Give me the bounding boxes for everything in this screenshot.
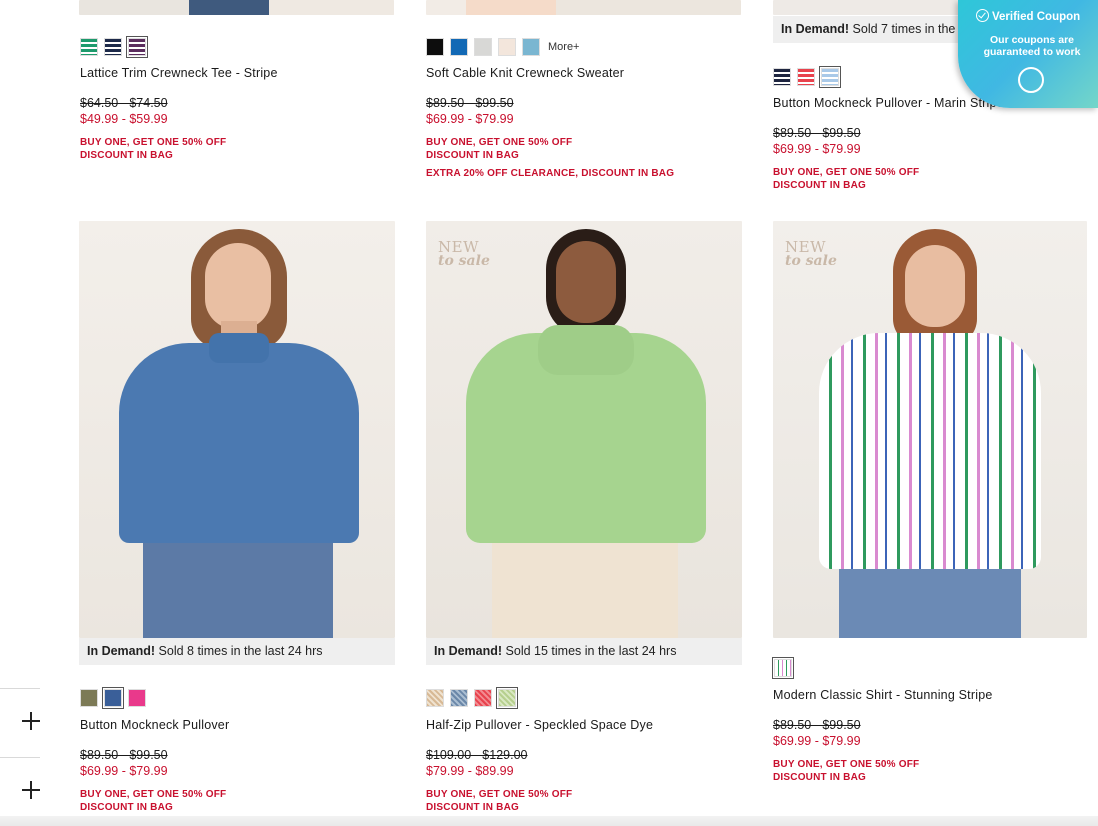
swatch-ivory[interactable] <box>498 38 516 56</box>
verified-coupon-widget[interactable]: Verified Coupon Our coupons are guarante… <box>958 0 1098 108</box>
sale-price: $79.99 - $89.99 <box>426 764 514 778</box>
badge-to-sale-text: to sale <box>785 253 837 269</box>
swatch-tan-speckle[interactable] <box>426 689 444 707</box>
swatch-navy-stripe[interactable] <box>773 68 791 86</box>
product-name[interactable]: Lattice Trim Crewneck Tee - Stripe <box>80 66 278 80</box>
product-name[interactable]: Half-Zip Pullover - Speckled Space Dye <box>426 718 653 732</box>
original-price: $109.00 - $129.00 <box>426 748 528 762</box>
swatch-light-blue[interactable] <box>522 38 540 56</box>
original-price: $89.50 - $99.50 <box>426 96 514 110</box>
promo-text: DISCOUNT IN BAG <box>426 150 519 161</box>
original-price: $89.50 - $99.50 <box>80 748 168 762</box>
promo-text: BUY ONE, GET ONE 50% OFF <box>80 789 227 800</box>
swatch-black[interactable] <box>426 38 444 56</box>
swatch-red-stripe[interactable] <box>797 68 815 86</box>
sale-price: $69.99 - $79.99 <box>773 734 861 748</box>
swatch-blue[interactable] <box>102 687 124 709</box>
product-image[interactable] <box>426 221 742 638</box>
filter-divider <box>0 757 40 758</box>
product-image[interactable] <box>79 0 394 15</box>
sale-price: $69.99 - $79.99 <box>773 142 861 156</box>
promo-text: DISCOUNT IN BAG <box>773 180 866 191</box>
badge-new-text: NEW <box>438 238 479 256</box>
in-demand-label: In Demand! <box>781 22 850 36</box>
coupon-title: Verified Coupon <box>976 9 1080 23</box>
swatch-navy-stripe[interactable] <box>104 38 122 56</box>
color-swatches: More+ <box>426 38 580 56</box>
swatch-red-speckle[interactable] <box>474 689 492 707</box>
new-to-sale-badge: NEW to sale <box>785 238 837 269</box>
coupon-title-text: Verified Coupon <box>992 11 1081 23</box>
swatch-green-stripe[interactable] <box>80 38 98 56</box>
in-demand-label: In Demand! <box>434 644 503 658</box>
original-price: $64.50 - $74.50 <box>80 96 168 110</box>
sale-price: $49.99 - $59.99 <box>80 112 168 126</box>
promo-text: DISCOUNT IN BAG <box>426 802 519 813</box>
swatch-blue[interactable] <box>450 38 468 56</box>
promo-text: BUY ONE, GET ONE 50% OFF <box>426 137 573 148</box>
product-image[interactable] <box>773 221 1087 638</box>
in-demand-label: In Demand! <box>87 644 156 658</box>
color-swatches <box>426 687 518 709</box>
promo-text: EXTRA 20% OFF CLEARANCE, DISCOUNT IN BAG <box>426 168 675 179</box>
check-circle-icon <box>976 9 989 22</box>
promo-text: BUY ONE, GET ONE 50% OFF <box>773 759 920 770</box>
promo-text: DISCOUNT IN BAG <box>80 802 173 813</box>
in-demand-banner: In Demand! Sold 8 times in the last 24 h… <box>79 638 395 665</box>
coupon-subtitle: Our coupons are guaranteed to work <box>983 34 1081 58</box>
in-demand-text: Sold 8 times in the last 24 hrs <box>158 644 323 658</box>
swatch-olive[interactable] <box>80 689 98 707</box>
color-swatches <box>773 66 841 88</box>
promo-text: BUY ONE, GET ONE 50% OFF <box>773 167 920 178</box>
swatch-plum-stripe[interactable] <box>126 36 148 58</box>
expand-filter-plus-icon[interactable] <box>22 712 40 730</box>
in-demand-banner: In Demand! Sold 15 times in the last 24 … <box>426 638 742 665</box>
promo-text: BUY ONE, GET ONE 50% OFF <box>80 137 227 148</box>
badge-new-text: NEW <box>785 238 826 256</box>
swatch-pink[interactable] <box>128 689 146 707</box>
promo-text: BUY ONE, GET ONE 50% OFF <box>426 789 573 800</box>
sale-price: $69.99 - $79.99 <box>80 764 168 778</box>
product-image[interactable] <box>426 0 741 15</box>
color-swatches <box>80 687 146 709</box>
original-price: $89.50 - $99.50 <box>773 718 861 732</box>
swatch-gray[interactable] <box>474 38 492 56</box>
swatch-green-speckle[interactable] <box>496 687 518 709</box>
original-price: $89.50 - $99.50 <box>773 126 861 140</box>
filter-divider <box>0 688 40 689</box>
coupon-logo-icon[interactable] <box>1018 67 1044 93</box>
promo-text: DISCOUNT IN BAG <box>773 772 866 783</box>
sale-price: $69.99 - $79.99 <box>426 112 514 126</box>
badge-to-sale-text: to sale <box>438 253 490 269</box>
promo-text: DISCOUNT IN BAG <box>80 150 173 161</box>
filter-sidebar <box>0 0 40 826</box>
in-demand-text: Sold 15 times in the last 24 hrs <box>505 644 677 658</box>
more-colors-link[interactable]: More+ <box>548 41 580 53</box>
product-name[interactable]: Modern Classic Shirt - Stunning Stripe <box>773 688 993 702</box>
product-name[interactable]: Soft Cable Knit Crewneck Sweater <box>426 66 624 80</box>
swatch-multi-stripe[interactable] <box>772 657 794 679</box>
swatch-blue-speckle[interactable] <box>450 689 468 707</box>
product-name[interactable]: Button Mockneck Pullover <box>80 718 229 732</box>
product-image[interactable] <box>79 221 395 638</box>
swatch-light-blue-stripe[interactable] <box>819 66 841 88</box>
new-to-sale-badge: NEW to sale <box>438 238 490 269</box>
color-swatches <box>772 657 794 679</box>
color-swatches <box>80 36 148 58</box>
bottom-shadow <box>0 816 1098 826</box>
expand-filter-plus-icon[interactable] <box>22 781 40 799</box>
